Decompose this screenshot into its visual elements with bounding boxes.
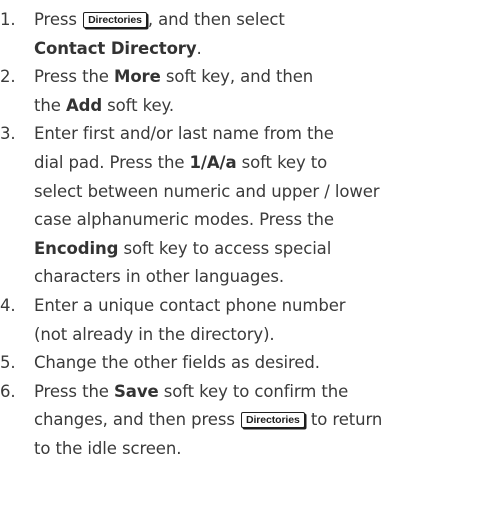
soft-key-more: More <box>114 67 161 87</box>
step-2: 2. Press the More soft key, and then the … <box>0 63 479 120</box>
step-1: 1. Press Directories, and then select Con… <box>0 6 479 63</box>
step-number: 4. <box>0 295 16 315</box>
step-text: Change the other fields as desired. <box>34 353 320 373</box>
directories-key-icon: Directories <box>83 12 147 28</box>
step-4: 4. Enter a unique contact phone number (n… <box>0 292 479 349</box>
step-text: Enter a unique contact phone number (not … <box>34 295 346 344</box>
step-text: Press the Save soft key to confirm the ch… <box>34 381 383 458</box>
step-number: 5. <box>0 353 16 373</box>
step-5: 5. Change the other fields as desired. <box>0 349 479 378</box>
step-number: 3. <box>0 124 16 144</box>
directories-key-icon: Directories <box>240 412 305 429</box>
step-text: Enter first and/or last name from the dia… <box>34 124 380 287</box>
step-number: 1. <box>0 10 16 29</box>
step-text: Press the More soft key, and then the Add… <box>34 67 314 115</box>
step-3: 3. Enter first and/or last name from the… <box>0 120 479 292</box>
step-6: 6. Press the Save soft key to confirm th… <box>0 378 479 464</box>
menu-option-contact-directory: Contact Directory <box>34 38 197 58</box>
soft-key-encoding: Encoding <box>34 238 119 258</box>
step-text: Press Directories, and then select Contac… <box>34 10 285 58</box>
step-number: 6. <box>0 381 16 401</box>
soft-key-1-a-a: 1/A/a <box>189 152 237 172</box>
step-number: 2. <box>0 67 16 87</box>
soft-key-add: Add <box>65 95 103 115</box>
soft-key-save: Save <box>114 381 159 401</box>
instruction-steps: 1. Press Directories, and then select Con… <box>0 6 479 464</box>
